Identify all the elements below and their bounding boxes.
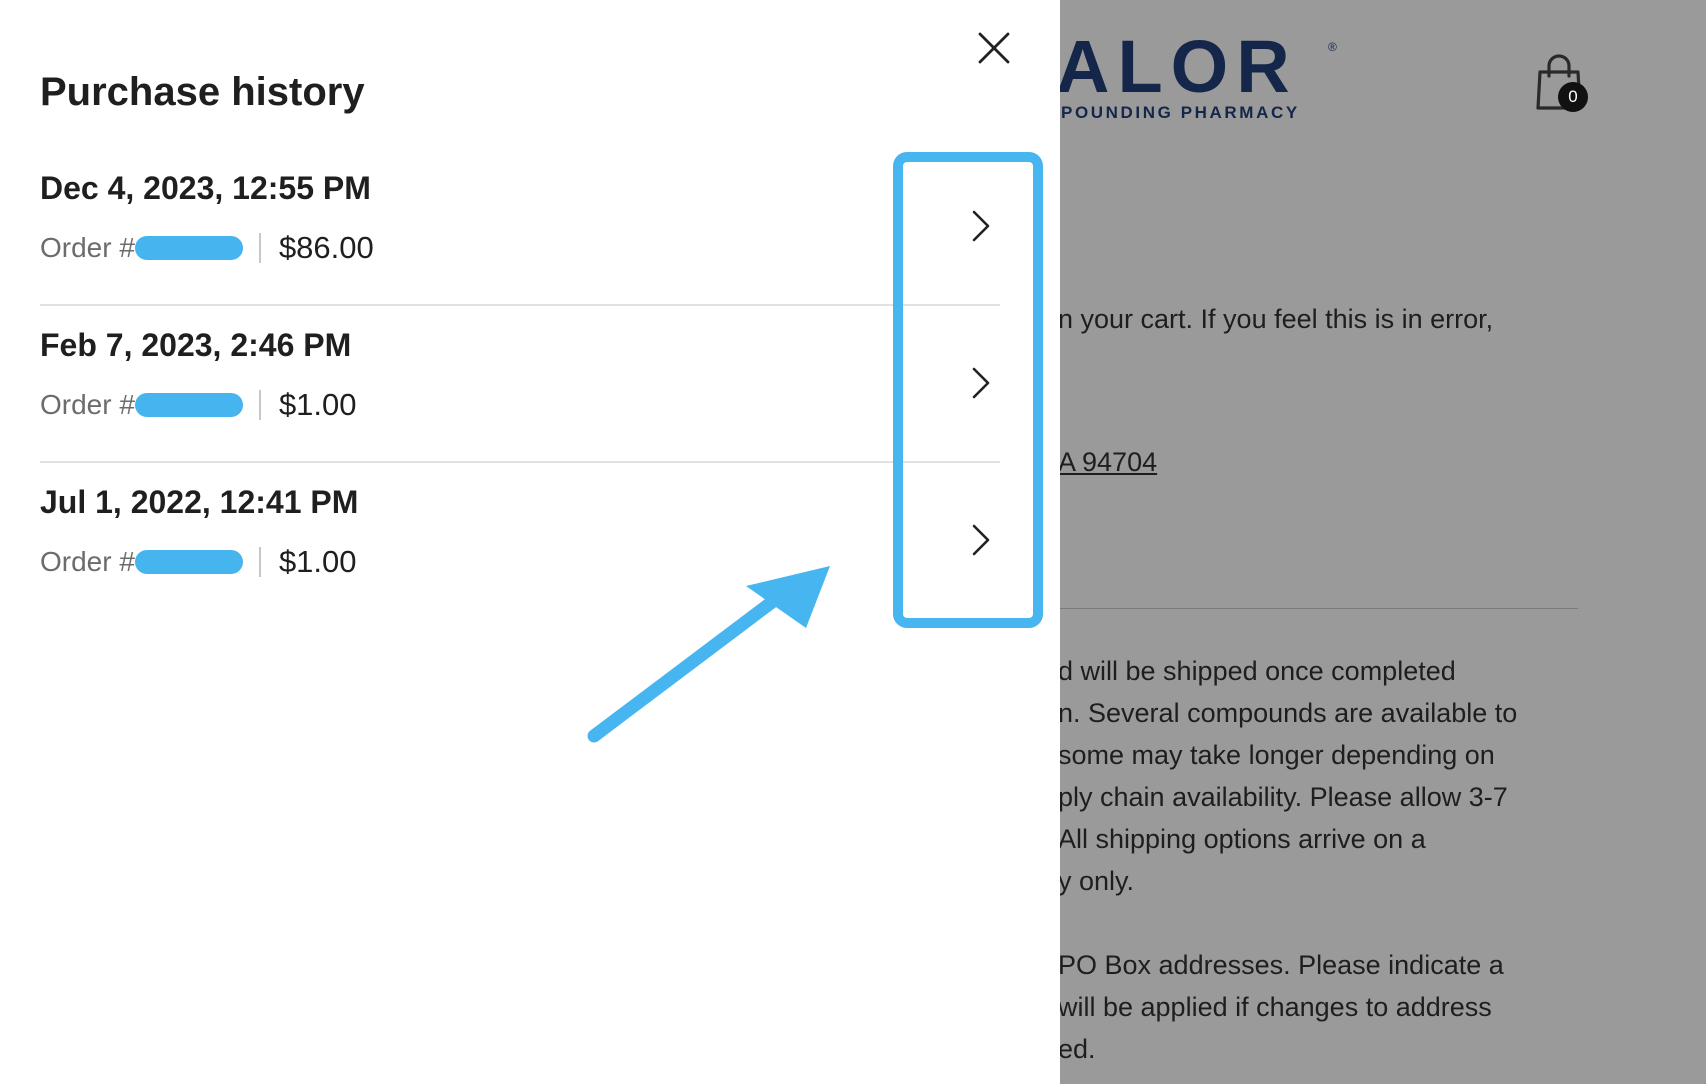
order-meta: Order # $1.00	[40, 387, 357, 423]
address-link[interactable]: A 94704	[1058, 441, 1157, 483]
order-date: Jul 1, 2022, 12:41 PM	[40, 484, 359, 520]
order-meta-separator	[258, 233, 261, 263]
order-number-label: Order #	[40, 389, 135, 420]
cart-notice-text: n your cart. If you feel this is in erro…	[1058, 304, 1494, 334]
brand-logo-registered: ®	[1328, 40, 1337, 54]
annotation-highlight-box	[893, 152, 1043, 628]
order-number-label: Order #	[40, 232, 135, 263]
background-divider	[1058, 608, 1578, 609]
redacted-order-number	[134, 236, 243, 260]
shipping-text-line: n. Several compounds are available to	[1058, 698, 1518, 728]
shipping-text-line: d will be shipped once completed	[1058, 656, 1456, 686]
shipping-text-line: All shipping options arrive on a	[1058, 824, 1426, 854]
shipping-text-line: y only.	[1058, 866, 1135, 896]
pobox-text-line: will be applied if changes to address	[1058, 992, 1492, 1022]
order-meta-separator	[258, 547, 261, 577]
pobox-text-line: PO Box addresses. Please indicate a	[1058, 950, 1504, 980]
pobox-text-line: ed.	[1058, 1034, 1096, 1064]
order-number-label: Order #	[40, 546, 135, 577]
close-icon[interactable]	[972, 26, 1016, 70]
order-meta: Order # $1.00	[40, 544, 357, 580]
redacted-order-number	[134, 393, 243, 417]
cart-count-badge: 0	[1558, 82, 1588, 112]
redacted-order-number	[134, 550, 243, 574]
brand-logo-subtitle: POUNDING PHARMACY	[1061, 103, 1300, 122]
shipping-text-line: ply chain availability. Please allow 3-7	[1058, 782, 1508, 812]
order-date: Feb 7, 2023, 2:46 PM	[40, 327, 352, 363]
annotation-arrow	[587, 566, 830, 743]
order-row[interactable]: Jul 1, 2022, 12:41 PM Order # $1.00	[40, 462, 1000, 618]
order-total: $86.00	[278, 230, 374, 265]
order-total: $1.00	[278, 544, 357, 579]
order-total: $1.00	[278, 387, 357, 422]
order-row[interactable]: Feb 7, 2023, 2:46 PM Order # $1.00	[40, 305, 1000, 463]
order-meta-separator	[258, 390, 261, 420]
order-meta: Order # $86.00	[40, 230, 374, 266]
order-row[interactable]: Dec 4, 2023, 12:55 PM Order # $86.00	[40, 148, 1000, 306]
order-date: Dec 4, 2023, 12:55 PM	[40, 170, 371, 206]
shipping-text-line: some may take longer depending on	[1058, 740, 1495, 770]
page-title: Purchase history	[40, 70, 365, 114]
brand-logo-text: ALOR	[1056, 25, 1298, 108]
